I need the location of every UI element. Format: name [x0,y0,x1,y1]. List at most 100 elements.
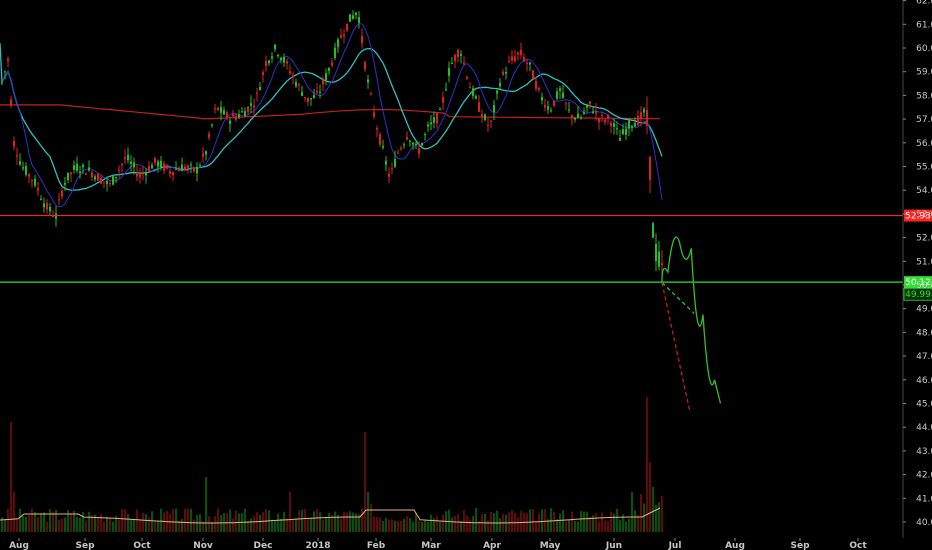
candle-body [256,92,258,94]
volume-bar [322,520,325,532]
volume-bar [157,521,160,532]
candle-body [403,144,405,146]
volume-bar [130,519,133,532]
volume-bar [397,520,400,532]
candle-body [484,114,486,120]
candle-body [286,61,288,64]
candle-body [127,154,129,161]
candle-body [154,157,156,163]
volume-bar [208,516,211,532]
volume-bar [124,509,127,532]
volume-bar [247,521,250,532]
candle-body [259,87,261,91]
candle-body [466,76,468,79]
volume-bar [361,508,364,532]
candle-body [43,203,45,208]
volume-bar [604,520,607,532]
volume-bar [463,510,466,532]
candle-body [91,172,93,178]
volume-bar [313,511,316,532]
candle-body [409,140,411,142]
volume-bar [568,519,571,532]
candle-body [457,49,459,58]
candle-body [370,93,372,95]
volume-bar [106,516,109,532]
volume-bar [646,397,649,532]
volume-bar [46,521,49,532]
candle-body [361,36,363,43]
volume-bar [325,518,328,532]
candle-body [133,162,135,168]
volume-bar [565,521,568,532]
volume-bar [274,520,277,532]
volume-bar [520,510,523,532]
volume-bar [112,521,115,532]
candle-body [469,87,471,89]
candle-body [157,161,159,167]
candle-body [652,223,654,238]
volume-bar [373,516,376,532]
volume-bar [448,509,451,532]
volume-bar [10,422,13,532]
candle-body [463,62,465,64]
time-tick-label: Aug [9,541,29,550]
candle-body [454,54,456,62]
candle-body [364,61,366,70]
candle-body [292,75,294,78]
candle-body [373,112,375,117]
volume-bar [529,509,532,532]
volume-bar [574,521,577,532]
candle-body [67,172,69,181]
volume-bar [655,504,658,532]
candle-body [46,202,48,210]
volume-bar [133,519,136,532]
price-tick-label: 44.00 [916,423,932,433]
candle-body [241,111,243,113]
volume-bar [262,512,265,532]
volume-bar [418,520,421,532]
candle-body [163,163,165,171]
volume-bar [229,509,232,532]
volume-bar [283,511,286,532]
candle-body [634,123,636,127]
volume-bar [118,519,121,532]
candle-body [649,156,651,180]
volume-bar [532,508,535,532]
volume-bar [88,511,91,532]
candle-body [331,62,333,66]
volume-bar [412,521,415,532]
volume-bar [70,513,73,532]
volume-bar [439,521,442,532]
candle-body [493,105,495,113]
volume-bar [31,508,34,532]
candle-body [247,106,249,113]
volume-bar [181,518,184,532]
candle-body [70,172,72,175]
candle-body [439,109,441,111]
volume-bar [76,517,79,532]
candle-body [388,173,390,177]
candle-body [523,57,525,62]
volume-bar [58,519,61,532]
candle-body [334,47,336,59]
candle-body [436,112,438,124]
volume-bar [475,508,478,532]
time-tick-label: Sep [790,541,810,550]
volume-bar [493,512,496,532]
time-tick-label: Nov [193,541,213,550]
volume-bar [577,521,580,532]
volume-bar [487,520,490,532]
candle-body [142,173,144,175]
candle-body [19,161,21,165]
candle-body [307,97,309,103]
stock-chart[interactable]: 52.9350.1249.99 40.0041.0042.0043.0044.0… [0,0,932,550]
candle-body [541,96,543,101]
price-tick-label: 41.00 [916,494,932,504]
price-tick-label: 58.00 [916,91,932,101]
price-tick-label: 62.00 [916,0,932,7]
volume-bar [454,515,457,532]
volume-bar [220,515,223,532]
volume-bar [169,513,172,532]
candle-body [235,116,237,120]
volume-bar [352,512,355,532]
